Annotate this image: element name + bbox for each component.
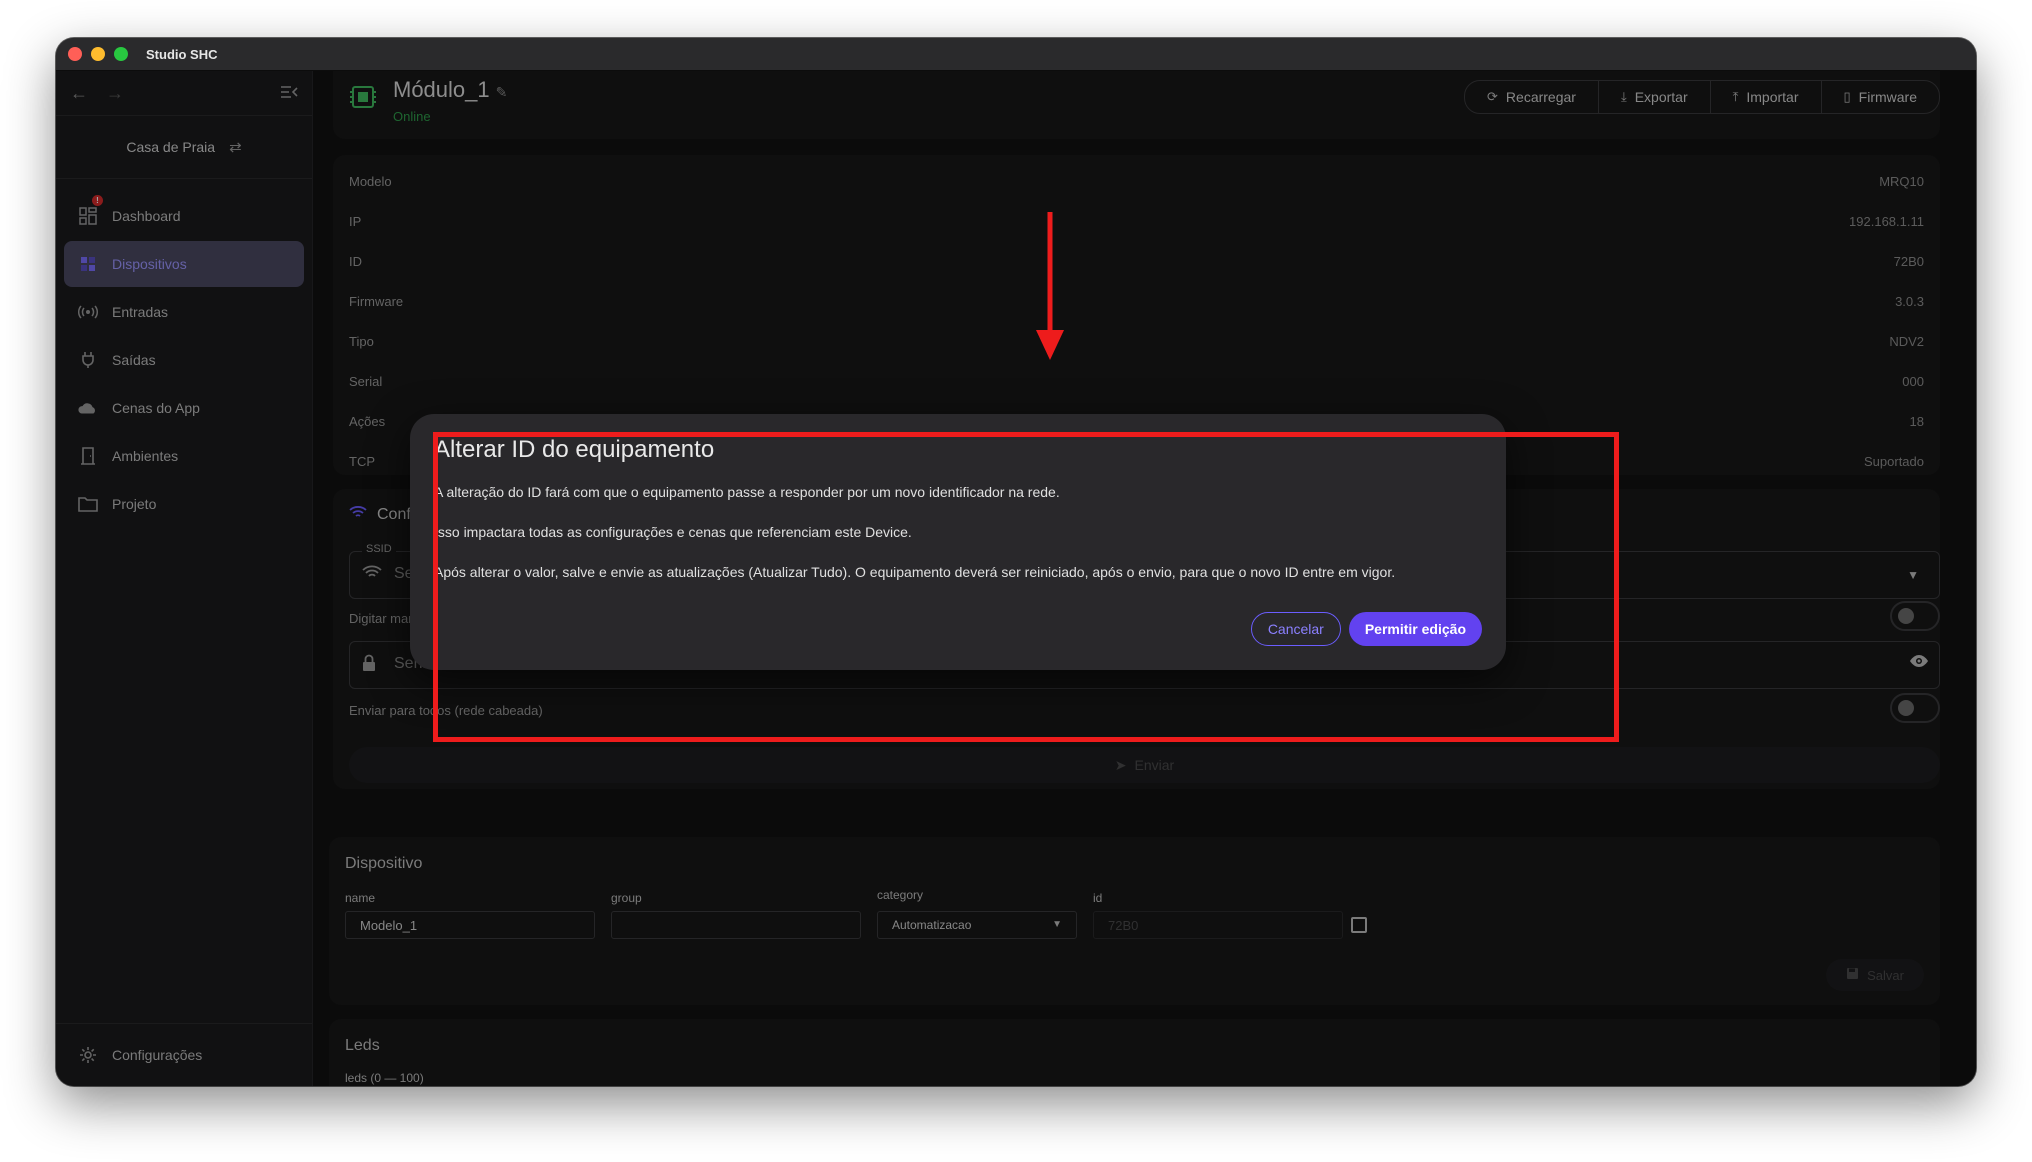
app-title: Studio SHC: [146, 46, 218, 62]
cancel-button[interactable]: Cancelar: [1250, 612, 1341, 646]
close-window-button[interactable]: [68, 47, 82, 61]
title-bar: Studio SHC: [56, 38, 1976, 71]
window-controls: [68, 47, 128, 61]
allow-edit-button[interactable]: Permitir edição: [1348, 612, 1482, 646]
dialog-paragraph: A alteração do ID fará com que o equipam…: [434, 484, 1060, 500]
dialog-paragraph: Após alterar o valor, salve e envie as a…: [434, 564, 1396, 580]
change-id-dialog: Alterar ID do equipamento A alteração do…: [410, 414, 1506, 670]
maximize-window-button[interactable]: [114, 47, 128, 61]
dialog-title: Alterar ID do equipamento: [434, 436, 715, 463]
dialog-paragraph: Isso impactara todas as configurações e …: [434, 524, 912, 540]
minimize-window-button[interactable]: [91, 47, 105, 61]
dialog-actions: Cancelar Permitir edição: [1250, 612, 1482, 646]
annotation-arrow: [1036, 212, 1064, 360]
